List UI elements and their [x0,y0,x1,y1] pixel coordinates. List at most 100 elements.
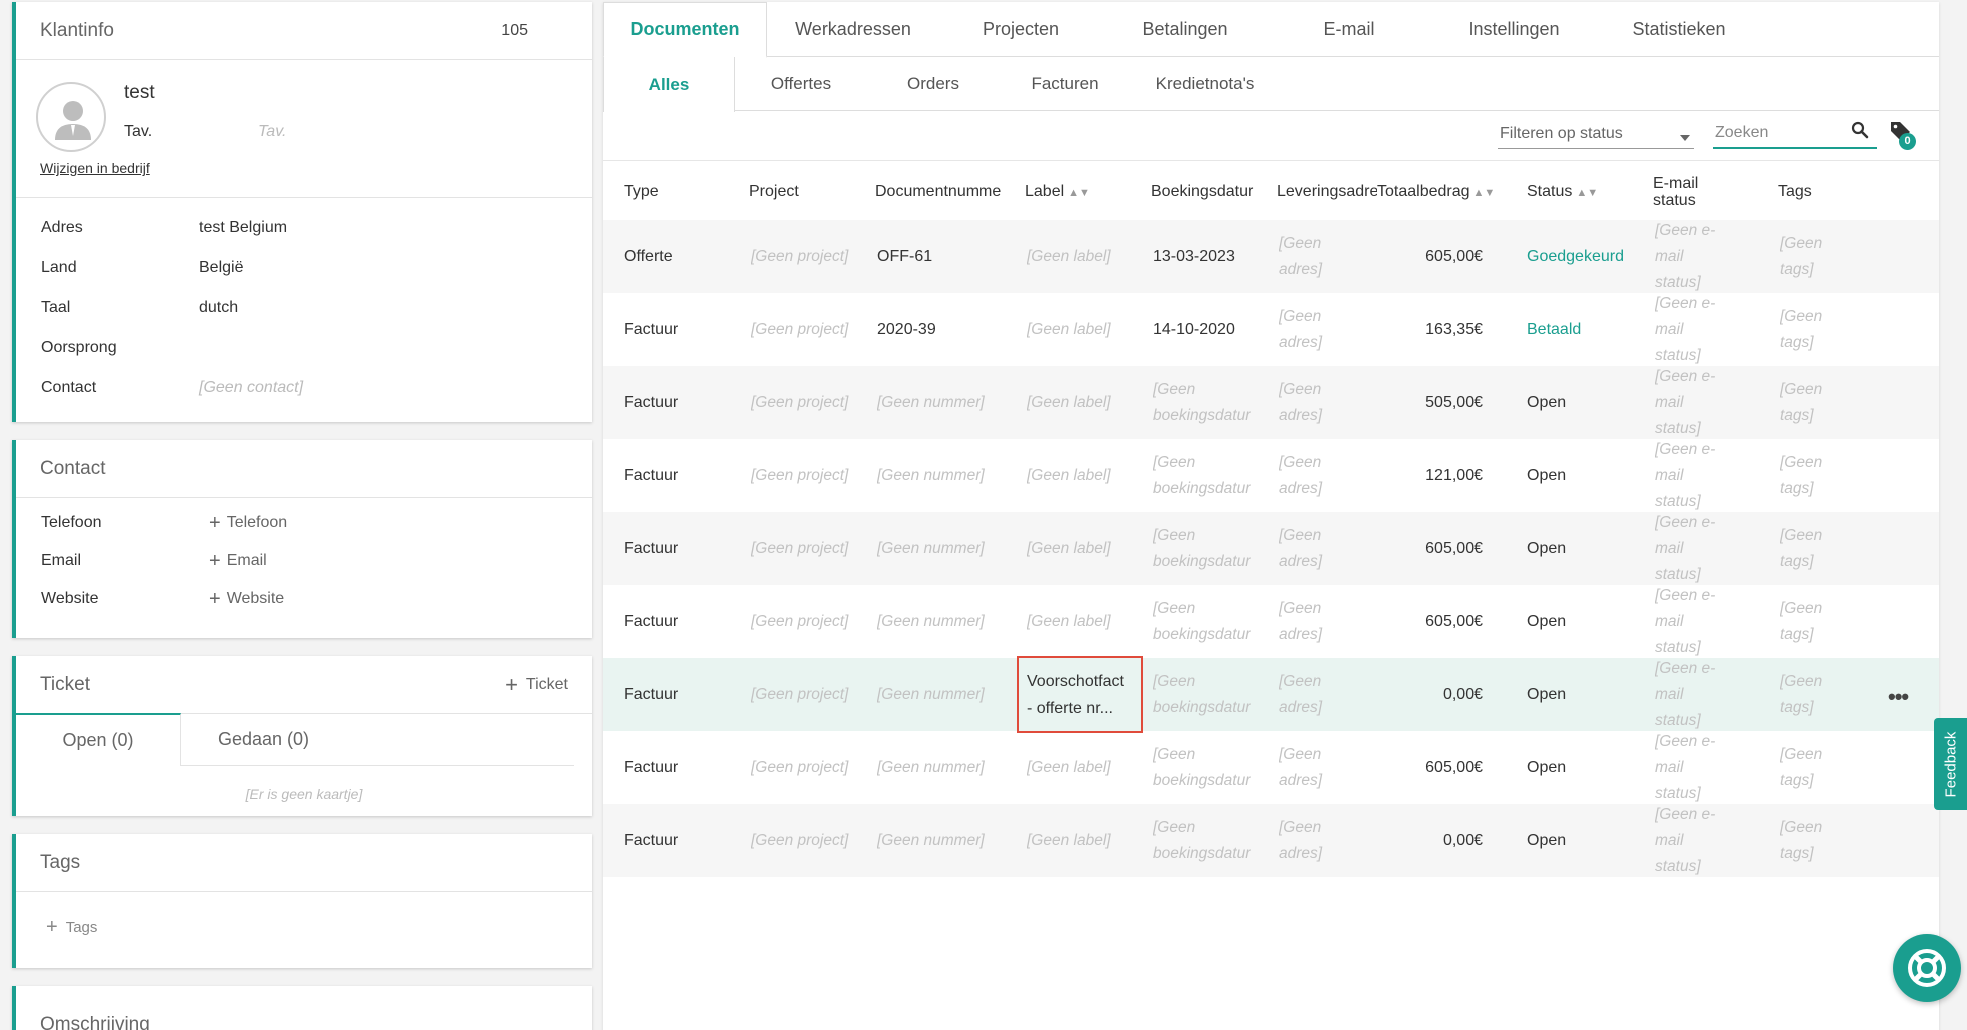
cell-project: [Geen project] [751,466,849,484]
tab-projecten[interactable]: Projecten [939,2,1103,56]
tav-label: Tav. [124,123,153,140]
subtab-offertes[interactable]: Offertes [735,57,867,110]
table-row[interactable]: Factuur [Geen project] [Geen nummer] [Geen … [603,585,1939,658]
subtab-facturen[interactable]: Facturen [999,57,1131,110]
ticket-tabs: Open (0) Gedaan (0) [16,713,574,766]
contact-label: Website [41,590,99,607]
cell-type: Factuur [624,832,679,849]
contact-row-website: Website + Website [16,580,592,618]
feedback-label: Feedback [1942,731,1959,797]
klantinfo-title: Klantinfo [40,19,114,41]
col-status[interactable]: Status ▲▼ [1527,183,1598,201]
add-ticket-button[interactable]: + Ticket [505,672,568,698]
field-value[interactable]: dutch [199,299,238,317]
cell-amount: 605,00€ [1425,540,1483,557]
status-filter-select[interactable]: Filteren op status [1498,121,1694,149]
selected-label-cell-outline [1017,656,1143,733]
subtab-alles[interactable]: Alles [603,57,735,112]
cell-email-status: [Geen e-mail status] [1655,294,1716,364]
tab-email[interactable]: E-mail [1267,2,1431,56]
omschrijving-header: Omschrijving [16,986,592,1030]
cell-amount: 505,00€ [1425,394,1483,411]
col-type[interactable]: Type [624,183,659,201]
plus-icon[interactable]: + [209,551,221,571]
cell-label: [Geen label] [1027,831,1111,849]
add-ticket-label: Ticket [525,675,568,693]
col-totaalbedrag[interactable]: Totaalbedrag ▲▼ [1377,182,1496,201]
cell-amount: 605,00€ [1425,759,1483,776]
col-email-status[interactable]: E-mail status [1653,175,1723,209]
cell-type: Factuur [624,321,679,338]
cell-label: [Geen label] [1027,247,1111,265]
col-leveringsadres[interactable]: Leveringsadre [1277,183,1383,201]
tab-werkadressen[interactable]: Werkadressen [767,2,939,56]
table-row[interactable]: Factuur [Geen project] [Geen nummer] [Geen … [603,512,1939,585]
cell-date: [Geen boekingsdatur [1153,599,1251,643]
tags-title: Tags [40,851,81,873]
sort-icon: ▲▼ [1068,186,1090,199]
ticket-empty-message: [Er is geen kaartje] [245,786,363,802]
tab-instellingen[interactable]: Instellingen [1431,2,1597,56]
change-in-company-link[interactable]: Wijzigen in bedrijf [40,160,150,176]
col-boekingsdatum[interactable]: Boekingsdatur [1151,183,1257,201]
table-row[interactable]: Offerte [Geen project] OFF-61 [Geen label] 1… [603,220,1939,293]
add-website-button[interactable]: Website [227,590,285,608]
cell-label: [Geen label] [1027,539,1111,557]
subtab-kredietnotas[interactable]: Kredietnota's [1131,57,1279,110]
add-tags-button[interactable]: + Tags [16,916,592,939]
contact-header: Contact [16,440,592,498]
sort-icon: ▲▼ [1473,186,1496,199]
tab-gedaan[interactable]: Gedaan (0) [181,714,346,765]
cell-status: Betaald [1527,321,1582,338]
field-value[interactable]: België [199,259,243,277]
tav-field[interactable]: Tav. [258,123,286,141]
cell-amount: 121,00€ [1425,467,1483,484]
cell-address: [Geen adres] [1279,745,1323,789]
field-value[interactable]: test Belgium [199,219,287,237]
table-row[interactable]: Factuur [Geen project] [Geen nummer] [Geen … [603,731,1939,804]
tab-betalingen[interactable]: Betalingen [1103,2,1267,56]
col-tags[interactable]: Tags [1778,183,1812,201]
avatar [36,82,106,152]
tab-documenten[interactable]: Documenten [603,2,767,58]
search-icon[interactable] [1851,121,1869,139]
table-row[interactable]: Factuur [Geen project] 2020-39 [Geen label]… [603,293,1939,366]
cell-email-status: [Geen e-mail status] [1655,221,1716,291]
cell-number: [Geen nummer] [877,393,985,411]
cell-address: [Geen adres] [1279,453,1323,497]
feedback-button[interactable]: Feedback [1934,718,1967,810]
status-filter-label: Filteren op status [1500,125,1623,142]
cell-tags: [Geen tags] [1780,380,1823,424]
cell-number: 2020-39 [877,321,936,338]
cell-tags: [Geen tags] [1780,599,1823,643]
field-value[interactable]: [Geen contact] [199,379,303,397]
plus-icon[interactable]: + [209,589,221,609]
col-label[interactable]: Label ▲▼ [1025,183,1090,201]
cell-label: [Geen label] [1027,758,1111,776]
cell-number: [Geen nummer] [877,612,985,630]
field-label: Land [41,259,77,276]
table-row[interactable]: Factuur [Geen project] [Geen nummer] [Geen … [603,804,1939,877]
cell-type: Factuur [624,467,679,484]
contact-label: Email [41,552,82,569]
cell-project: [Geen project] [751,758,849,776]
cell-status: Open [1527,467,1567,484]
help-button[interactable] [1893,934,1961,1002]
client-number: 105 [501,21,528,39]
table-row[interactable]: Factuur [Geen project] [Geen nummer] [Geen … [603,439,1939,512]
tab-statistieken[interactable]: Statistieken [1597,2,1761,56]
cell-address: [Geen adres] [1279,380,1323,424]
col-project[interactable]: Project [749,183,799,201]
add-email-button[interactable]: Email [227,552,267,570]
subtab-orders[interactable]: Orders [867,57,999,110]
add-telefoon-button[interactable]: Telefoon [227,514,288,532]
tag-count-badge: 0 [1899,133,1916,150]
more-options-icon[interactable]: ••• [1888,684,1909,710]
cell-number: [Geen nummer] [877,831,985,849]
table-row[interactable]: Factuur [Geen project] [Geen nummer] [Geen … [603,366,1939,439]
plus-icon[interactable]: + [209,513,221,533]
tab-open[interactable]: Open (0) [16,713,181,766]
table-row[interactable]: Factuur [Geen project] [Geen nummer] Voorsc… [603,656,1939,733]
col-documentnummer[interactable]: Documentnumme [875,183,1005,201]
cell-date: [Geen boekingsdatur [1153,745,1251,789]
